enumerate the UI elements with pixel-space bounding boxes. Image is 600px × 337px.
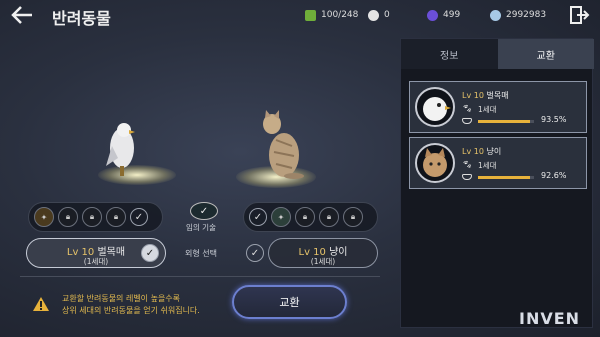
silver-icon (490, 9, 501, 21)
inven-watermark: INVEN (519, 309, 581, 328)
hawk-pet-image (106, 123, 135, 176)
back-arrow-icon[interactable] (10, 4, 34, 26)
notice-line-1: 교환할 반려동물의 레벨이 높을수록 (62, 294, 181, 303)
progress-percent: 93.5% (541, 115, 567, 124)
right-skill-slots: ✓ ✦ 🔒︎ 🔒︎ 🔒︎ (243, 202, 378, 232)
progress-percent: 92.6% (541, 171, 567, 180)
crystal-counter: 499 (427, 7, 460, 23)
lock-icon: 🔒︎ (295, 207, 315, 227)
notice-line-2: 상위 세대의 반려동물을 얻기 쉬워집니다. (62, 306, 200, 315)
capacity-value: 100/248 (321, 10, 359, 20)
pet-generation: 1세대 (478, 161, 497, 170)
pet-card-title: Lv 10 냥이 (462, 146, 501, 157)
lock-icon: 🔒︎ (343, 207, 363, 227)
pearl-value: 0 (384, 10, 390, 20)
bowl-icon (462, 174, 472, 180)
warning-icon (33, 297, 49, 311)
exit-icon[interactable] (568, 4, 590, 26)
crystal-value: 499 (443, 10, 461, 20)
pet-level: Lv 10 (462, 91, 484, 100)
capacity-counter: 100/248 (305, 7, 358, 23)
lock-icon: 🔒︎ (82, 207, 102, 227)
pet-name: 벌목매 (486, 91, 509, 100)
random-skill-checkbox[interactable]: ✓ (190, 202, 218, 220)
progress-fill (478, 176, 530, 179)
inventory-icon (305, 9, 316, 21)
left-skill-checkbox[interactable]: ✓ (130, 208, 148, 226)
pet-card-hawk[interactable]: Lv 10 벌목매 🐾︎ 1세대 93.5% (409, 81, 587, 133)
right-pet-generation: (1세대) (310, 257, 336, 266)
pet-list-panel: 정보 교환 Lv 10 벌목매 🐾︎ 1세대 93.5% Lv 10 냥이 🐾︎… (400, 38, 594, 328)
left-pet-selector[interactable]: Lv 10 벌목매 (1세대) ✓ (26, 238, 166, 268)
paw-icon: 🐾︎ (462, 104, 473, 113)
pet-name: 냥이 (486, 147, 502, 156)
lock-icon: 🔒︎ (58, 207, 78, 227)
right-pet-selector[interactable]: Lv 10 냥이 (1세대) (268, 238, 378, 268)
purple-crystal-icon (427, 9, 438, 21)
silver-value: 2992983 (506, 10, 547, 20)
cat-pet-image (263, 110, 304, 179)
right-skill-checkbox[interactable]: ✓ (249, 208, 267, 226)
panel-tabs: 정보 교환 (401, 39, 594, 69)
pet-card-title: Lv 10 벌목매 (462, 90, 509, 101)
pet-card-cat[interactable]: Lv 10 냥이 🐾︎ 1세대 92.6% (409, 137, 587, 189)
exchange-button[interactable]: 교환 (232, 285, 347, 319)
hawk-avatar (415, 87, 455, 127)
pearl-icon (368, 9, 379, 21)
pet-level: Lv 10 (462, 147, 484, 156)
tab-exchange[interactable]: 교환 (497, 39, 594, 69)
top-bar: 반려동물 100/248 0 499 2992983 (0, 0, 600, 32)
exchange-notice: 교환할 반려동물의 레벨이 높을수록 상위 세대의 반려동물을 얻기 쉬워집니다… (62, 293, 200, 317)
pet-generation: 1세대 (478, 105, 497, 114)
progress-fill (478, 120, 531, 123)
silver-counter: 2992983 (490, 7, 546, 23)
tab-info[interactable]: 정보 (401, 39, 498, 69)
cat-avatar (415, 143, 455, 183)
right-appearance-checkbox[interactable]: ✓ (246, 244, 264, 262)
divider (20, 276, 380, 277)
paw-icon: 🐾︎ (462, 160, 473, 169)
pearl-counter: 0 (368, 7, 390, 23)
skill-icon[interactable]: ✦ (34, 207, 54, 227)
progress-bar (478, 176, 534, 179)
appearance-label: 외형 선택 (185, 249, 217, 258)
lock-icon: 🔒︎ (106, 207, 126, 227)
left-skill-slots: ✦ 🔒︎ 🔒︎ 🔒︎ ✓ (28, 202, 163, 232)
bowl-icon (462, 118, 472, 124)
skill-icon[interactable]: ✦ (271, 207, 291, 227)
left-appearance-checkbox[interactable]: ✓ (141, 244, 159, 262)
progress-bar (478, 120, 534, 123)
random-skill-label: 임의 기술 (186, 223, 216, 232)
page-title: 반려동물 (52, 9, 111, 28)
lock-icon: 🔒︎ (319, 207, 339, 227)
